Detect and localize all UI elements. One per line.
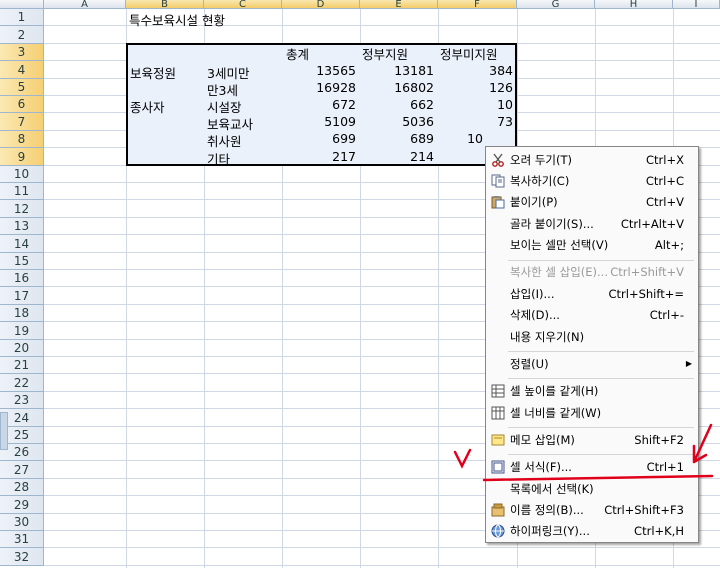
annotation-underline xyxy=(482,474,714,482)
annotation-arrow xyxy=(692,423,713,464)
annotation-check-mark xyxy=(453,448,472,469)
annotation-overlay xyxy=(453,423,714,482)
